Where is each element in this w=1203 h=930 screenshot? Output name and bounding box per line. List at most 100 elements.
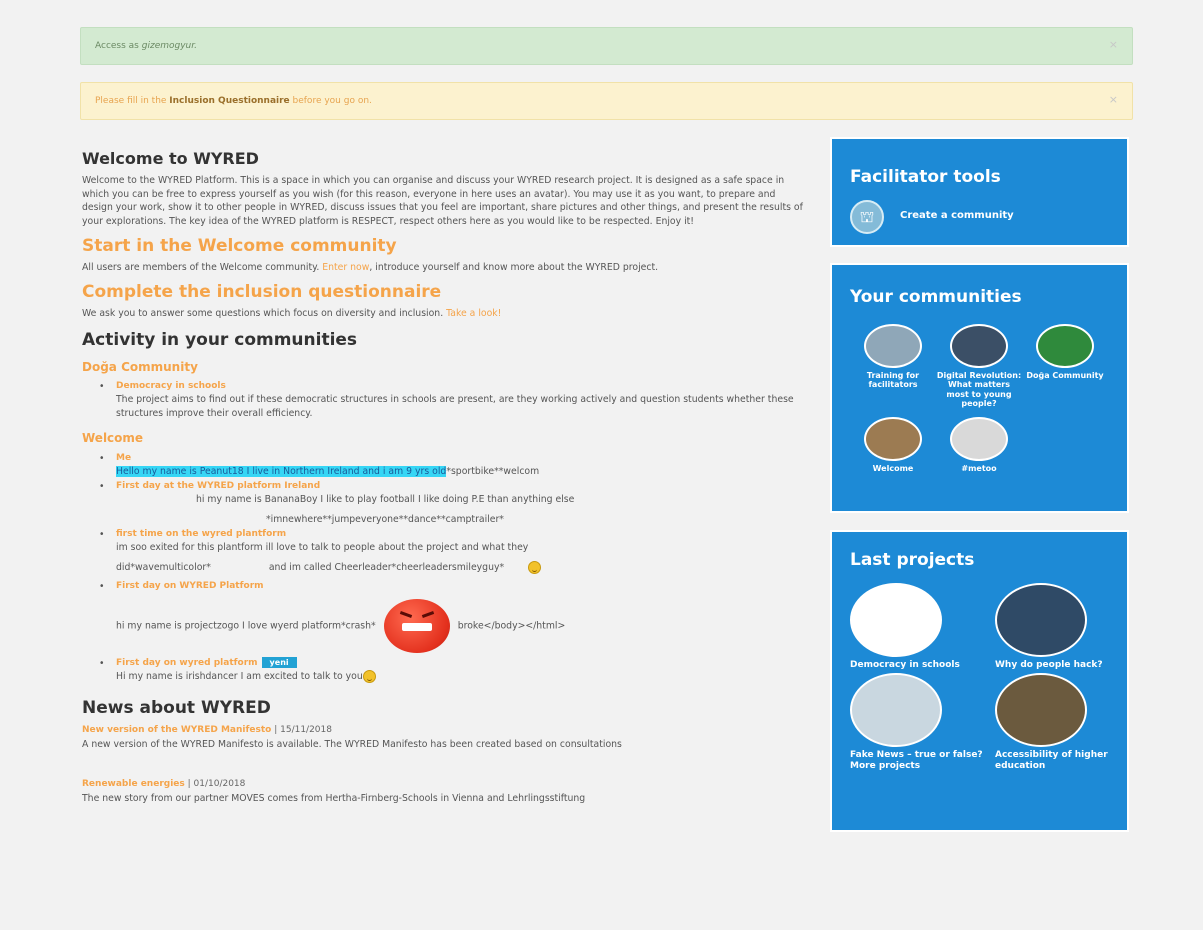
project-thumbnail [995, 672, 1087, 747]
warning-suffix: before you go on. [289, 96, 372, 106]
smiley-icon [362, 670, 376, 684]
project-label: Democracy in schools [850, 659, 960, 670]
community-thumbnail [864, 417, 922, 462]
community-thumbnail [1036, 323, 1094, 368]
access-alert-user: gizemogyur. [141, 41, 197, 51]
access-alert-prefix: Access as [95, 41, 142, 51]
highlighted-text: Hello my name is Peanut18 I live in Nort… [116, 465, 447, 477]
news-link[interactable]: New version of the WYRED Manifesto [82, 725, 271, 735]
activity-body-text: Hi my name is irishdancer I am excited t… [116, 671, 363, 683]
create-community-button[interactable]: ⛫ Create a community [850, 199, 1109, 234]
create-community-label: Create a community [900, 210, 1014, 222]
inclusion-title: Complete the inclusion questionnaire [82, 282, 442, 303]
activity-title: Activity in your communities [82, 330, 358, 351]
community-thumbnail [950, 417, 1008, 462]
more-projects-link[interactable]: More projects [850, 761, 920, 771]
angry-face-icon [383, 599, 450, 654]
project-label: Why do people hack? [995, 659, 1103, 670]
welcome-text: Welcome to the WYRED Platform. This is a… [82, 175, 803, 227]
community-icon: ⛫ [850, 199, 884, 234]
project-item-democracy[interactable]: Democracy in schools [850, 582, 995, 671]
news-date: | 15/11/2018 [271, 725, 332, 736]
project-item-accessibility[interactable]: Accessibility of higher education [995, 672, 1115, 773]
new-badge: yeni [261, 657, 297, 669]
facilitator-tools-panel: Facilitator tools ⛫ Create a community [830, 137, 1129, 247]
news-date: | 01/10/2018 [184, 779, 246, 790]
activity-body-2: did*wavemulticolor* and im called Cheerle… [116, 560, 807, 574]
list-item: First day on WYRED Platform hi my name i… [96, 580, 807, 654]
news-text: A new version of the WYRED Manifesto is … [82, 738, 622, 750]
activity-link[interactable]: First day on WYRED Platform [116, 580, 807, 593]
project-item-hack[interactable]: Why do people hack? [995, 582, 1115, 671]
main-content: Welcome to WYRED Welcome to the WYRED Pl… [82, 147, 807, 805]
take-a-look-link[interactable]: Take a look! [446, 308, 501, 319]
activity-body-rest: *sportbike**welcom [446, 465, 540, 477]
activity-body: hi my name is BananaBoy I like to play f… [196, 494, 575, 506]
activity-link[interactable]: first time on the wyred plantform [116, 528, 807, 541]
community-item-welcome[interactable]: Welcome [850, 417, 936, 474]
access-alert: Access as gizemogyur. × [80, 27, 1133, 65]
doga-community-link[interactable]: Doğa Community [82, 359, 807, 376]
community-label: #metoo [961, 464, 997, 474]
news-title: News about WYRED [82, 697, 271, 718]
welcome-community-link[interactable]: Welcome [82, 430, 807, 447]
close-alert-button[interactable]: × [1109, 37, 1118, 53]
project-thumbnail [850, 672, 942, 747]
last-projects-title: Last projects [850, 550, 975, 570]
activity-body-text: hi my name is projectzogo I love wyerd p… [116, 620, 376, 632]
community-item-digital[interactable]: Digital Revolution: What matters most to… [936, 323, 1022, 409]
activity-link[interactable]: First day on wyred platform [116, 658, 258, 668]
your-communities-panel: Your communities Training for facilitato… [830, 263, 1129, 513]
news-item: New version of the WYRED Manifesto | 15/… [82, 723, 807, 751]
activity-link[interactable]: First day at the WYRED platform Ireland [116, 480, 807, 493]
warning-prefix: Please fill in the [95, 96, 170, 106]
inclusion-text-body: We ask you to answer some questions whic… [82, 307, 447, 319]
facilitator-tools-title: Facilitator tools [850, 167, 1001, 187]
community-item-doga[interactable]: Doğa Community [1022, 323, 1108, 409]
news-link[interactable]: Renewable energies [82, 779, 185, 789]
questionnaire-alert: Please fill in the Inclusion Questionnai… [80, 82, 1133, 120]
community-label: Welcome [872, 464, 914, 474]
page: Access as gizemogyur. × Please fill in t… [62, 0, 1182, 930]
news-text: The new story from our partner MOVES com… [82, 792, 586, 804]
broken-image: broke</body></html> [457, 620, 566, 632]
activity-body-2b: and im called Cheerleader*cheerleadersmi… [268, 561, 505, 573]
community-label: Training for facilitators [866, 370, 920, 390]
communities-grid: Training for facilitators Digital Revolu… [850, 323, 1109, 474]
enter-now-link[interactable]: Enter now [322, 262, 369, 273]
questionnaire-link[interactable]: Inclusion Questionnaire [169, 96, 289, 106]
list-item: First day at the WYRED platform Ireland … [96, 480, 807, 526]
list-item: Me Hello my name is Peanut18 I live in N… [96, 452, 807, 479]
activity-body: im soo exited for this plantform ill lov… [116, 542, 529, 554]
news-item: Renewable energies | 01/10/2018 The new … [82, 777, 807, 805]
activity-body: Hello my name is Peanut18 I live in Nort… [116, 465, 807, 478]
activity-body: The project aims to find out if these de… [116, 394, 794, 419]
community-item-metoo[interactable]: #metoo [936, 417, 1022, 474]
activity-body: Hi my name is irishdancer I am excited t… [116, 670, 807, 684]
projects-grid: Democracy in schools Why do people hack?… [850, 582, 1109, 773]
activity-link[interactable]: Me [116, 452, 807, 465]
last-projects-panel: Last projects Democracy in schools Why d… [830, 530, 1129, 832]
community-thumbnail [864, 323, 922, 368]
activity-body-2a: did*wavemulticolor* [116, 561, 211, 573]
welcome-activity-list: Me Hello my name is Peanut18 I live in N… [96, 452, 807, 684]
list-item: first time on the wyred plantform im soo… [96, 528, 807, 574]
project-thumbnail [995, 582, 1087, 657]
activity-link[interactable]: Democracy in schools [116, 380, 807, 393]
start-text-2: , introduce yourself and know more about… [369, 261, 659, 273]
list-item: Democracy in schools The project aims to… [96, 380, 807, 420]
inclusion-text: We ask you to answer some questions whic… [82, 307, 807, 320]
activity-title-row: First day on wyred platformyeni [116, 657, 807, 670]
activity-body-2: *imnewhere**jumpeveryone**dance**camptra… [266, 513, 504, 525]
activity-body: hi my name is projectzogo I love wyerd p… [116, 599, 807, 654]
welcome-title: Welcome to WYRED [82, 149, 259, 168]
close-warning-button[interactable]: × [1109, 92, 1118, 108]
start-text: All users are members of the Welcome com… [82, 261, 807, 274]
your-communities-title: Your communities [850, 287, 1022, 307]
community-thumbnail [950, 323, 1008, 368]
project-label: Accessibility of higher education [995, 749, 1108, 772]
project-item-fake-news[interactable]: Fake News – true or false? More projects [850, 672, 995, 773]
start-title: Start in the Welcome community [82, 236, 397, 257]
community-item-training[interactable]: Training for facilitators [850, 323, 936, 409]
project-label: Fake News – true or false? [850, 749, 983, 760]
